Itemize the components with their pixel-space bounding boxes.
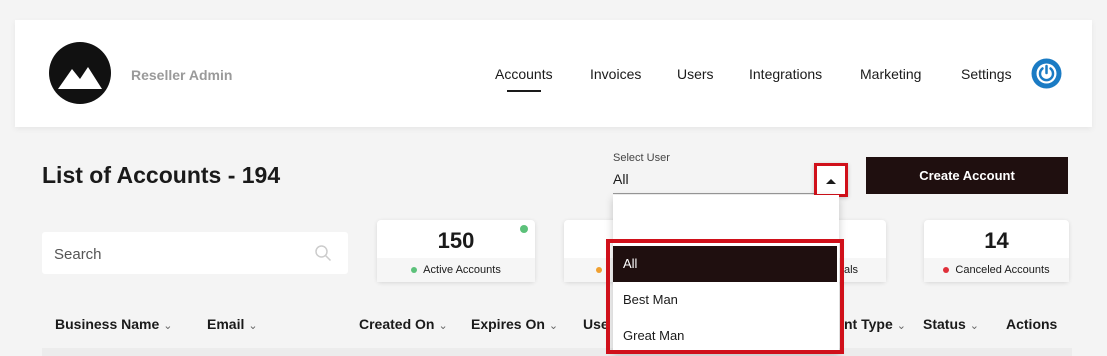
search-icon[interactable] [314,244,332,262]
nav-accounts[interactable]: Accounts [495,66,553,92]
select-user-label: Select User [613,152,670,164]
column-business-name[interactable]: Business Name ⌄ [55,316,173,332]
stat-label: Canceled Accounts [955,264,1050,276]
stat-card-active[interactable]: 150 Active Accounts [377,220,535,282]
nav-marketing[interactable]: Marketing [860,66,921,82]
stat-card-canceled[interactable]: 14 Canceled Accounts [924,220,1069,282]
nav-settings[interactable]: Settings [961,66,1012,82]
nav-integrations[interactable]: Integrations [749,66,822,82]
create-account-button[interactable]: Create Account [866,157,1068,194]
status-dot-icon [943,267,950,274]
table-row [42,348,1072,356]
chevron-down-icon: ⌄ [896,320,906,332]
column-user[interactable]: Use [583,316,609,332]
stat-value: 14 [984,228,1009,253]
search-input[interactable]: Search [42,232,348,274]
stat-value: 150 [437,228,475,253]
brand-name: Reseller Admin [131,67,233,83]
chevron-down-icon: ⌄ [163,320,173,332]
chevron-down-icon: ⌄ [548,320,559,332]
caret-up-icon [826,179,836,184]
stat-label: Active Accounts [423,264,501,276]
column-email[interactable]: Email ⌄ [207,316,258,332]
status-dot-icon [596,267,602,273]
column-actions: Actions [1006,316,1058,332]
select-user-underline [613,193,839,194]
chevron-down-icon: ⌄ [248,320,258,332]
column-expires-on[interactable]: Expires On ⌄ [471,316,558,332]
power-icon[interactable] [1031,58,1062,89]
chevron-down-icon: ⌄ [969,320,980,332]
chevron-down-icon: ⌄ [438,320,448,332]
highlight-frame [606,239,844,354]
status-dot-icon [520,225,528,233]
column-account-type[interactable]: nt Type ⌄ [844,316,906,332]
select-user-toggle[interactable] [814,163,848,197]
brand-logo-icon[interactable] [48,39,112,107]
nav-invoices[interactable]: Invoices [590,66,641,82]
select-user-value[interactable]: All [613,171,629,187]
status-dot-icon [411,267,418,274]
top-header: Reseller Admin Accounts Invoices Users I… [15,20,1092,127]
page-title: List of Accounts - 194 [42,162,281,188]
column-created-on[interactable]: Created On ⌄ [359,316,448,332]
stat-label: als [844,264,859,276]
column-status[interactable]: Status ⌄ [923,316,979,332]
search-placeholder: Search [54,246,102,263]
nav-users[interactable]: Users [677,66,714,82]
